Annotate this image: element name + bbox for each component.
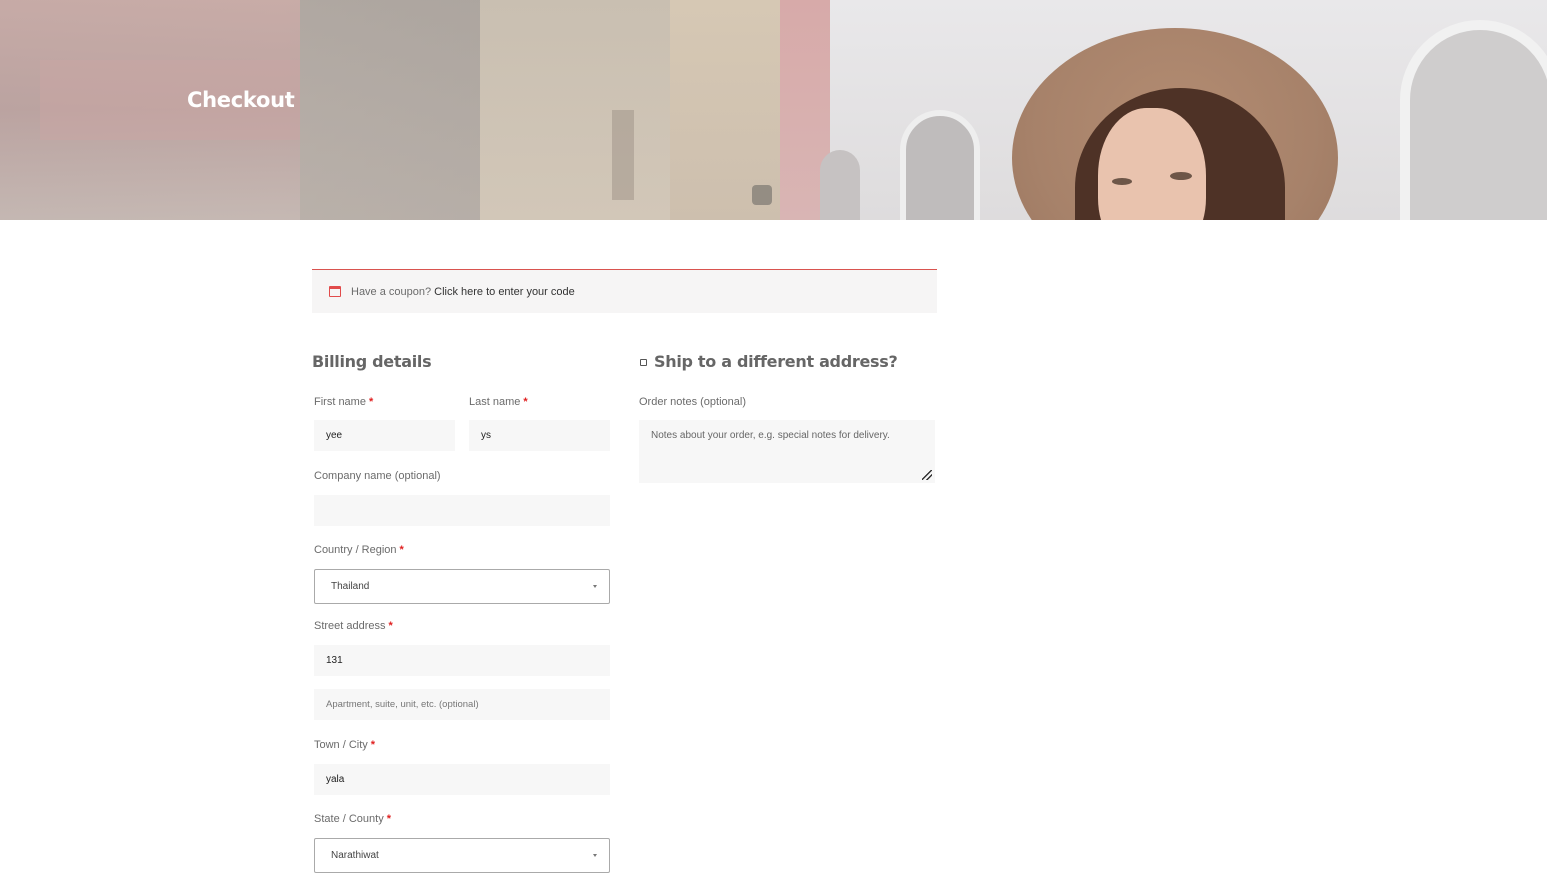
country-select-value: Thailand [331, 581, 370, 592]
state-label-text: State / County [314, 813, 384, 825]
street-input[interactable]: 131 [314, 645, 610, 676]
city-label: Town / City * [314, 739, 375, 751]
last-name-label-text: Last name [469, 396, 521, 408]
hero-banner: Checkout [0, 0, 1547, 220]
last-name-input[interactable]: ys [469, 420, 610, 451]
required-marker: * [370, 739, 376, 751]
coupon-notice: Have a coupon? Click here to enter your … [312, 269, 937, 313]
state-select-value: Narathiwat [331, 850, 379, 861]
hero-bg-shape [752, 185, 772, 205]
hero-bg-shape [612, 110, 634, 200]
first-name-label: First name * [314, 396, 373, 408]
hero-face-shape [1098, 108, 1206, 220]
order-notes-label: Order notes (optional) [639, 396, 746, 408]
required-marker: * [388, 620, 393, 632]
required-marker: * [386, 813, 391, 825]
hero-bg-shape [480, 0, 670, 220]
apartment-input[interactable]: Apartment, suite, unit, etc. (optional) [314, 689, 610, 720]
state-select[interactable]: Narathiwat [314, 838, 610, 873]
city-input[interactable]: yala [314, 764, 610, 795]
hero-bg-shape [900, 110, 980, 220]
chevron-down-icon [593, 854, 597, 857]
last-name-label: Last name * [469, 396, 528, 408]
hero-bg-shape [820, 150, 860, 220]
calendar-icon [329, 286, 341, 297]
street-label-text: Street address [314, 620, 386, 632]
page-title: Checkout [187, 88, 295, 112]
first-name-input[interactable]: yee [314, 420, 455, 451]
required-marker: * [523, 396, 528, 408]
order-notes-textarea[interactable]: Notes about your order, e.g. special not… [639, 420, 935, 483]
hero-bg-shape [300, 0, 480, 220]
hero-bg-shape [1400, 20, 1547, 220]
resize-handle-icon[interactable] [922, 470, 932, 480]
country-label-text: Country / Region [314, 544, 397, 556]
required-marker: * [399, 544, 404, 556]
state-label: State / County * [314, 813, 391, 825]
coupon-prompt: Have a coupon? [351, 285, 432, 298]
chevron-down-icon [593, 585, 597, 588]
shipping-heading[interactable]: Ship to a different address? [654, 352, 898, 371]
ship-different-checkbox[interactable] [640, 359, 647, 366]
coupon-link[interactable]: Click here to enter your code [434, 286, 575, 298]
country-select[interactable]: Thailand [314, 569, 610, 604]
street-label: Street address * [314, 620, 393, 632]
company-input[interactable] [314, 495, 610, 526]
first-name-label-text: First name [314, 396, 366, 408]
required-marker: * [368, 396, 374, 408]
company-label: Company name (optional) [314, 470, 441, 482]
country-label: Country / Region * [314, 544, 404, 556]
hero-eye-shape [1170, 172, 1192, 180]
billing-heading: Billing details [312, 352, 432, 371]
order-notes-placeholder: Notes about your order, e.g. special not… [651, 430, 890, 441]
hero-eye-shape [1112, 178, 1132, 185]
city-label-text: Town / City [314, 739, 368, 751]
